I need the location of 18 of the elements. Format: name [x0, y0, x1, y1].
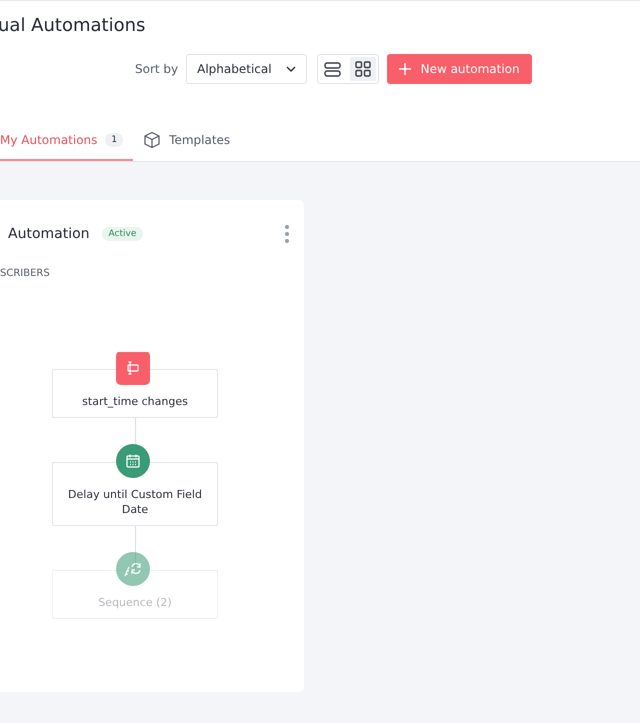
- audience-label: SCRIBERS: [0, 268, 51, 279]
- sort-label: Sort by: [135, 62, 178, 76]
- automation-title: Automation: [8, 226, 90, 242]
- more-options-icon[interactable]: [284, 224, 290, 244]
- tab[interactable]: My Automations 1: [0, 121, 134, 161]
- tab[interactable]: Templates: [133, 121, 240, 161]
- sort-dropdown[interactable]: Alphabetical: [186, 54, 307, 84]
- status-badge: Active: [102, 227, 144, 241]
- plus-icon: [398, 63, 411, 75]
- grid-view-button[interactable]: [350, 57, 376, 81]
- cube-icon: [143, 131, 162, 149]
- calendar-icon: [125, 453, 141, 469]
- sequence-icon: [123, 560, 143, 578]
- flow-step-node[interactable]: start_time changes: [52, 369, 218, 418]
- flow-step-node[interactable]: Delay until Custom Field Date: [52, 462, 218, 526]
- count-badge: 1: [105, 133, 124, 147]
- field-change-icon: [125, 360, 141, 376]
- chevron-down-icon: [286, 66, 296, 72]
